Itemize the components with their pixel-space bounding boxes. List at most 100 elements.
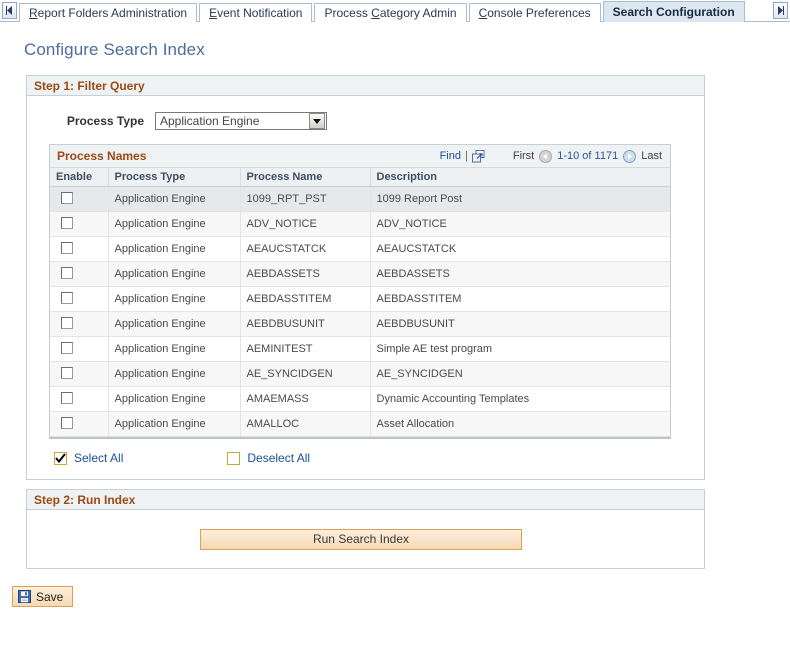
cell-process-type: Application Engine [108,261,241,287]
cell-description: Simple AE test program [370,336,670,362]
save-button[interactable]: Save [12,586,74,607]
cell-process-name: 1099_RPT_PST [240,186,371,212]
page-range-label: 1-10 of 1171 [557,150,619,162]
table-row: Application Engine AEAUCSTATCK AEAUCSTATCK [50,236,670,262]
cell-process-name: AEAUCSTATCK [240,236,371,262]
step2-header: Step 2: Run Index [27,490,704,510]
step2-body: Run Search Index [27,510,704,568]
tab-accel-key: R [29,6,38,20]
cell-description: Dynamic Accounting Templates [370,386,670,412]
chevron-down-icon[interactable] [309,113,325,129]
scroll-left-icon[interactable] [2,2,17,19]
scroll-right-icon[interactable] [773,2,788,19]
tab-accel-key: E [209,6,218,20]
deselect-all-label[interactable]: Deselect All [247,451,310,465]
tab-label: onsole Preferences [487,6,591,20]
row-enable-checkbox[interactable] [61,241,73,254]
column-header-process-name: Process Name [240,168,371,187]
deselect-all-group[interactable]: Deselect All [227,451,310,465]
tab-console-preferences[interactable]: Console Preferences [468,3,601,22]
row-enable-checkbox[interactable] [61,341,73,354]
select-all-label[interactable]: Select All [74,451,123,465]
nav-separator: | [464,150,468,162]
tab-search-configuration[interactable]: Search Configuration [602,1,745,22]
cell-enable [50,211,109,237]
select-all-group[interactable]: Select All [54,451,123,465]
tab-process-category-admin[interactable]: Process Category Admin [314,3,467,22]
tab-accel-key: C [478,6,488,20]
table-row: Application Engine AMALLOC Asset Allocatio… [50,411,670,437]
row-enable-checkbox[interactable] [61,316,73,329]
cell-process-type: Application Engine [108,286,241,312]
grid-navigation: Find | First 1-10 of 1171 Last [440,149,662,163]
process-type-label: Process Type [66,114,144,128]
tab-label: ategory Admin [379,6,457,20]
select-actions-row: Select All Deselect All [27,439,704,479]
tab-label: eport Folders Administration [37,6,188,20]
process-type-value: Application Engine [160,114,260,128]
cell-process-type: Application Engine [108,361,241,387]
next-arrow-icon[interactable] [623,149,637,163]
step1-body: Process Type Application Engine Process … [27,96,704,479]
grid-title-bar: Process Names Find | First 1-10 of 1171 … [50,145,670,168]
cell-process-type: Application Engine [108,386,241,412]
cell-process-type: Application Engine [108,411,241,437]
cell-process-name: AEBDASSETS [240,261,371,287]
row-enable-checkbox[interactable] [61,291,73,304]
process-type-select[interactable]: Application Engine [155,112,327,130]
row-enable-checkbox[interactable] [61,191,73,204]
tab-accel-key: C [371,6,380,20]
column-header-enable: Enable [50,168,109,187]
run-search-index-button[interactable]: Run Search Index [200,528,522,550]
row-enable-checkbox[interactable] [61,266,73,279]
row-enable-checkbox[interactable] [61,391,73,404]
process-names-table: Enable Process Type Process Name Descrip… [50,168,670,437]
tab-strip: Report Folders Administration Event Noti… [0,0,790,22]
cell-process-name: AEBDASSTITEM [240,286,371,312]
process-names-grid: Process Names Find | First 1-10 of 1171 … [49,144,671,439]
table-row: Application Engine 1099_RPT_PST 1099 Repor… [50,186,670,212]
cell-description: AEAUCSTATCK [370,236,670,262]
find-link[interactable]: Find [440,150,461,162]
tab-label-pre: Process [324,6,372,20]
cell-description: AEBDASSETS [370,261,670,287]
check-icon [55,453,66,463]
view-all-expand-icon[interactable] [471,149,485,163]
tab-report-folders-administration[interactable]: Report Folders Administration [19,3,198,22]
grid-title: Process Names [57,149,147,163]
save-label: Save [36,589,64,604]
cell-process-name: ADV_NOTICE [240,211,371,237]
cell-process-type: Application Engine [108,236,241,262]
table-row: Application Engine AEBDASSTITEM AEBDASSTIT… [50,286,670,312]
deselect-all-checkbox[interactable] [227,451,241,465]
last-label[interactable]: Last [641,150,662,162]
cell-description: ADV_NOTICE [370,211,670,237]
cell-enable [50,411,109,437]
table-row: Application Engine AEBDASSETS AEBDASSETS [50,261,670,287]
row-enable-checkbox[interactable] [61,366,73,379]
cell-process-name: AEMINITEST [240,336,371,362]
cell-enable [50,286,109,312]
cell-process-name: AE_SYNCIDGEN [240,361,371,387]
table-header-row: Enable Process Type Process Name Descrip… [50,168,670,187]
cell-enable [50,311,109,337]
cell-enable [50,261,109,287]
column-header-process-type: Process Type [108,168,241,187]
tab-label: vent Notification [217,6,303,20]
select-all-checkbox[interactable] [54,451,67,465]
table-body: Application Engine 1099_RPT_PST 1099 Repor… [50,186,670,437]
step1-header: Step 1: Filter Query [27,76,704,96]
table-row: Application Engine AEMINITEST Simple AE te… [50,336,670,362]
cell-enable [50,361,109,387]
cell-process-name: AMAEMASS [240,386,371,412]
cell-enable [50,386,109,412]
cell-enable [50,236,109,262]
table-row: Application Engine AE_SYNCIDGEN AE_SYNCIDG… [50,361,670,387]
tab-label: Search Configuration [612,5,735,19]
footer-actions: Save [0,569,790,607]
cell-description: AE_SYNCIDGEN [370,361,670,387]
first-label[interactable]: First [513,150,534,162]
row-enable-checkbox[interactable] [61,416,73,429]
row-enable-checkbox[interactable] [61,216,73,229]
tab-event-notification[interactable]: Event Notification [199,3,313,22]
